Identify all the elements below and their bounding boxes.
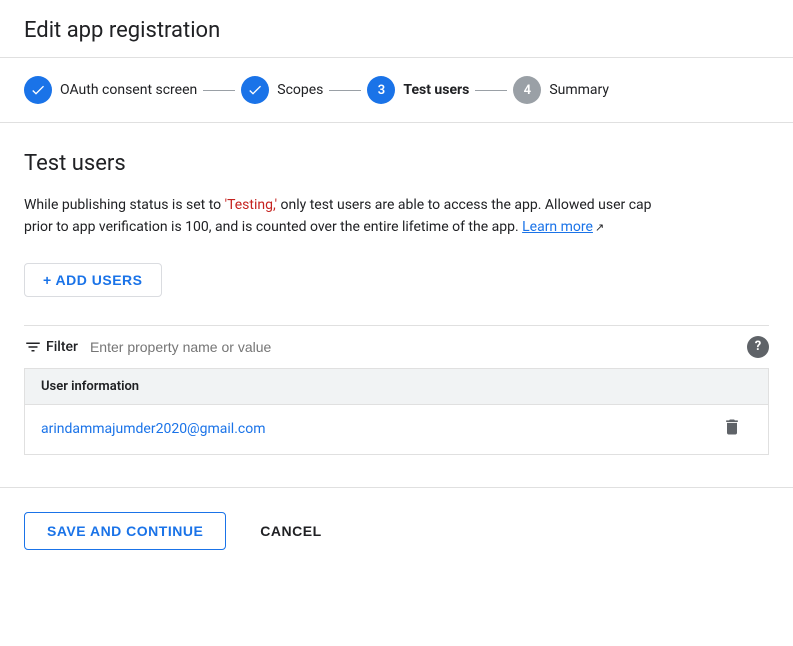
step-oauth-label: OAuth consent screen [60,82,197,98]
col-actions [397,379,753,394]
step-separator-1 [203,90,235,91]
step-test-users-label: Test users [403,82,469,98]
filter-input[interactable] [86,339,739,355]
step-separator-2 [329,90,361,91]
learn-more-link[interactable]: Learn more [522,219,593,235]
delete-user-button[interactable] [712,417,752,442]
users-table: User information arindammajumder2020@gma… [24,368,769,455]
col-user-information: User information [41,379,397,394]
main-content: Test users While publishing status is se… [0,123,793,479]
page-title: Edit app registration [24,18,769,43]
filter-help-button[interactable]: ? [747,336,769,358]
filter-bar: Filter ? [24,325,769,368]
stepper: OAuth consent screen Scopes 3 Test users… [0,58,793,123]
step-oauth[interactable]: OAuth consent screen [24,76,197,104]
description: While publishing status is set to 'Testi… [24,194,664,239]
step-2-circle [241,76,269,104]
step-separator-3 [475,90,507,91]
external-link-icon: ↗ [595,219,604,237]
filter-label: Filter [46,339,78,355]
filter-svg-icon [24,338,42,356]
step-test-users[interactable]: 3 Test users [367,76,469,104]
page-header: Edit app registration [0,0,793,58]
user-email: arindammajumder2020@gmail.com [41,421,712,437]
testing-highlight: 'Testing,' [225,197,277,213]
description-text-1: While publishing status is set to [24,197,225,213]
actions-bar: SAVE AND CONTINUE CANCEL [0,487,793,566]
delete-icon [722,417,742,442]
table-header: User information [25,369,768,405]
add-users-button[interactable]: + ADD USERS [24,263,162,297]
check-icon-2 [247,82,263,98]
step-scopes[interactable]: Scopes [241,76,323,104]
trash-icon [722,417,742,437]
section-title: Test users [24,151,769,176]
step-4-circle: 4 [513,76,541,104]
step-summary-label: Summary [549,82,609,98]
step-scopes-label: Scopes [277,82,323,98]
save-and-continue-button[interactable]: SAVE AND CONTINUE [24,512,226,550]
cancel-button[interactable]: CANCEL [238,513,343,549]
check-icon [30,82,46,98]
step-3-circle: 3 [367,76,395,104]
step-1-circle [24,76,52,104]
table-row: arindammajumder2020@gmail.com [25,405,768,454]
step-summary[interactable]: 4 Summary [513,76,609,104]
filter-icon: Filter [24,338,78,356]
